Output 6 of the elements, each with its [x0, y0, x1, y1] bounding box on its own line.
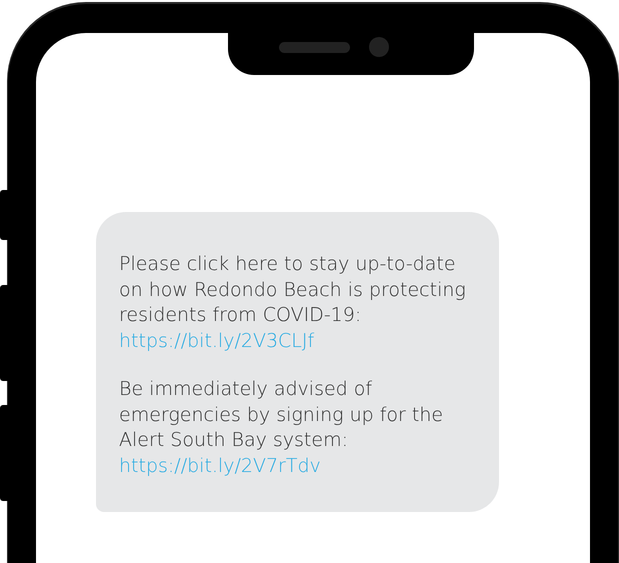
speaker-icon — [279, 42, 350, 53]
message-link[interactable]: https://bit.ly/2V7rTdv — [119, 454, 321, 476]
message-link[interactable]: https://bit.ly/2V3CLJf — [119, 330, 314, 352]
message-text: Be immediately advised of emergencies by signing up for the Alert South Bay system: https://bit.ly/2V7rTdv — [119, 377, 444, 478]
message-text: Please click here to stay up-to-date on how Redondo Beach is protecting residents from COVID-19: https://bit.ly/2V3CLJf — [119, 252, 467, 354]
camera-icon — [369, 37, 389, 57]
